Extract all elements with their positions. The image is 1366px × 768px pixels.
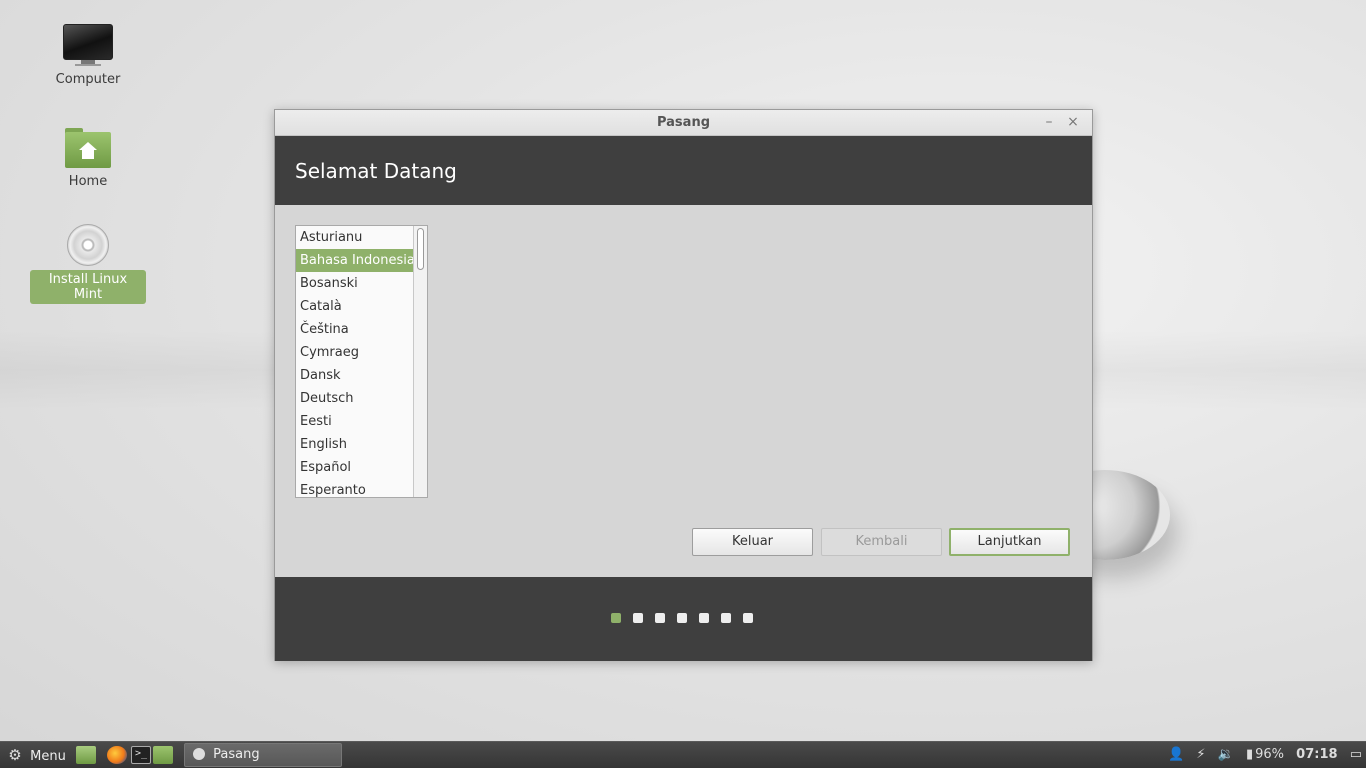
installer-window: Pasang – × Selamat Datang Asturianu Bahas… [274,109,1093,661]
home-folder-icon [65,128,111,168]
window-titlebar[interactable]: Pasang – × [275,110,1092,136]
taskbar-window-button[interactable]: Pasang [184,743,342,767]
show-desktop-icon[interactable] [76,746,96,764]
desktop-icon-label: Computer [55,72,121,87]
language-item[interactable]: Bosanski [296,272,413,295]
disc-icon [193,748,205,760]
language-item[interactable]: Dansk [296,364,413,387]
close-icon[interactable]: × [1064,113,1082,131]
step-dot [633,613,643,623]
language-item[interactable]: Español [296,456,413,479]
language-item[interactable]: English [296,433,413,456]
volume-icon[interactable]: 🔉 [1218,742,1234,768]
clock[interactable]: 07:18 [1296,742,1337,768]
step-dot [721,613,731,623]
language-item[interactable]: Deutsch [296,387,413,410]
scrollbar-thumb[interactable] [417,228,424,270]
step-dot [677,613,687,623]
language-item[interactable]: Esperanto [296,479,413,497]
step-indicator [611,613,753,623]
desktop-icon-home[interactable]: Home [30,128,146,191]
battery-indicator[interactable]: ▮ 96% [1246,742,1284,768]
progress-footer [275,577,1092,661]
step-dot [699,613,709,623]
minimize-icon[interactable]: – [1040,113,1058,131]
battery-level: 96% [1255,747,1285,762]
language-item[interactable]: Cymraeg [296,341,413,364]
quit-button[interactable]: Keluar [692,528,813,556]
continue-button[interactable]: Lanjutkan [949,528,1070,556]
user-icon[interactable]: 👤 [1168,742,1184,768]
desktop-icon-computer[interactable]: Computer [30,24,146,89]
files-icon[interactable] [153,746,173,764]
network-icon[interactable]: ⚡ [1196,742,1205,768]
language-list-scrollbar[interactable] [413,226,427,497]
desktop-icon-label: Home [68,174,108,189]
language-item[interactable]: Asturianu [296,226,413,249]
step-dot [743,613,753,623]
menu-label: Menu [30,749,66,764]
battery-icon: ▮ [1245,747,1254,762]
step-dot [611,613,621,623]
system-tray: 👤 ⚡ 🔉 ▮ 96% 07:18 ▭ [1164,742,1366,768]
firefox-icon[interactable] [107,746,127,764]
gear-icon: ⚙ [8,746,22,764]
language-item[interactable]: Bahasa Indonesia [296,249,415,272]
step-dot [655,613,665,623]
menu-button[interactable]: ⚙ Menu [4,742,68,768]
page-title: Selamat Datang [275,136,1092,205]
content-area: Asturianu Bahasa Indonesia Bosanski Català Č… [275,205,1092,577]
desktop-icon-label: Install Linux Mint [30,270,146,304]
taskbar: ⚙ Menu >_ Pasang 👤 ⚡ 🔉 ▮ 96% 07:18 ▭ [0,741,1366,768]
back-button: Kembali [821,528,942,556]
terminal-icon[interactable]: >_ [131,746,151,764]
language-list[interactable]: Asturianu Bahasa Indonesia Bosanski Català Č… [295,225,428,498]
language-item[interactable]: Eesti [296,410,413,433]
desktop-icon-install-linux-mint[interactable]: Install Linux Mint [30,224,146,304]
task-label: Pasang [213,747,260,762]
language-item[interactable]: Català [296,295,413,318]
computer-icon [63,24,113,66]
disc-icon [67,224,109,266]
language-item[interactable]: Čeština [296,318,413,341]
window-title: Pasang [656,115,711,130]
workspace-icon[interactable]: ▭ [1350,742,1362,768]
